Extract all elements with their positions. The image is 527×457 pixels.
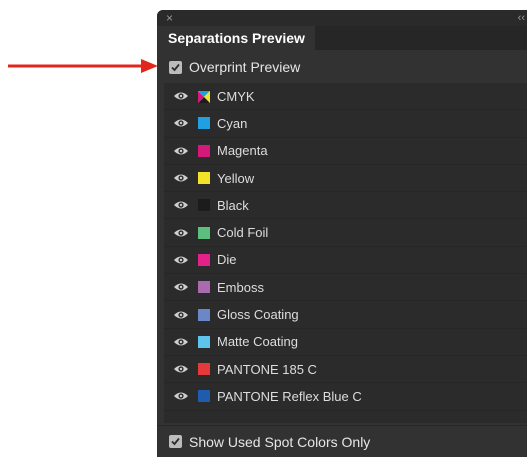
separation-row[interactable]: PANTONE 185 C (164, 356, 527, 384)
separation-row[interactable]: Black (164, 192, 527, 220)
separation-row[interactable]: Cyan (164, 110, 527, 138)
eye-icon[interactable] (164, 337, 198, 347)
separation-name: Cyan (217, 115, 248, 131)
show-used-spot-colors-label: Show Used Spot Colors Only (189, 433, 371, 450)
separation-name: Gloss Coating (217, 307, 299, 323)
tab-bar: Separations Preview (157, 26, 527, 50)
close-icon[interactable]: × (166, 11, 173, 25)
color-swatch (198, 226, 210, 239)
eye-icon[interactable] (164, 173, 198, 183)
separation-row[interactable]: Emboss (164, 274, 527, 302)
eye-icon[interactable] (164, 200, 198, 210)
separation-name: Emboss (217, 279, 264, 295)
eye-icon[interactable] (164, 91, 198, 101)
separation-row[interactable]: Magenta (164, 138, 527, 165)
separation-row[interactable]: Cold Foil (164, 219, 527, 247)
show-used-spot-colors-option[interactable]: Show Used Spot Colors Only (157, 425, 527, 457)
eye-icon[interactable] (164, 228, 198, 238)
separations-list: CMYK Cyan Magenta Yellow Black Cold Foil Die Em… (164, 83, 527, 423)
separation-name: Die (217, 252, 237, 268)
separation-row[interactable]: Matte Coating (164, 329, 527, 356)
overprint-preview-option[interactable]: Overprint Preview (157, 50, 527, 84)
panel-title-bar: × ‹‹ (157, 10, 527, 26)
separation-row[interactable]: Die (164, 247, 527, 275)
separation-name: PANTONE 185 C (217, 361, 317, 377)
cmyk-swatch-icon (198, 90, 210, 104)
eye-icon[interactable] (164, 146, 198, 156)
checkmark-icon (171, 63, 180, 71)
color-swatch (198, 281, 210, 294)
color-swatch (198, 117, 210, 130)
separation-name: Magenta (217, 143, 268, 159)
separation-name: PANTONE Reflex Blue C (217, 388, 362, 404)
eye-icon[interactable] (164, 118, 198, 128)
separation-name: Cold Foil (217, 225, 269, 241)
separation-row[interactable]: Yellow (164, 165, 527, 193)
eye-icon[interactable] (164, 364, 198, 374)
color-swatch (198, 308, 210, 321)
separation-name: Yellow (217, 170, 255, 186)
separation-row[interactable]: Gloss Coating (164, 301, 527, 329)
eye-icon[interactable] (164, 282, 198, 292)
overprint-preview-checkbox[interactable] (169, 60, 182, 74)
eye-icon[interactable] (164, 310, 198, 320)
eye-icon[interactable] (164, 255, 198, 265)
red-arrow-annotation (8, 59, 158, 73)
separation-row[interactable]: PANTONE Reflex Blue C (164, 383, 527, 411)
color-swatch (198, 363, 210, 376)
show-used-spot-colors-checkbox[interactable] (169, 435, 182, 448)
color-swatch (198, 199, 210, 212)
separation-row[interactable]: CMYK (164, 83, 527, 111)
separation-name: CMYK (217, 88, 255, 104)
eye-icon[interactable] (164, 391, 198, 401)
tab-separations-preview[interactable]: Separations Preview (157, 26, 315, 50)
color-swatch (198, 172, 210, 185)
separation-name: Matte Coating (217, 334, 298, 350)
separation-name: Black (217, 197, 249, 213)
overprint-preview-label: Overprint Preview (189, 59, 301, 75)
color-swatch (198, 390, 210, 403)
color-swatch (198, 144, 210, 157)
separations-preview-panel: × ‹‹ Separations Preview Overprint Previ… (157, 10, 527, 457)
collapse-icon[interactable]: ‹‹ (518, 11, 525, 25)
color-swatch (198, 335, 210, 348)
checkmark-icon (171, 437, 180, 446)
color-swatch (198, 253, 210, 266)
